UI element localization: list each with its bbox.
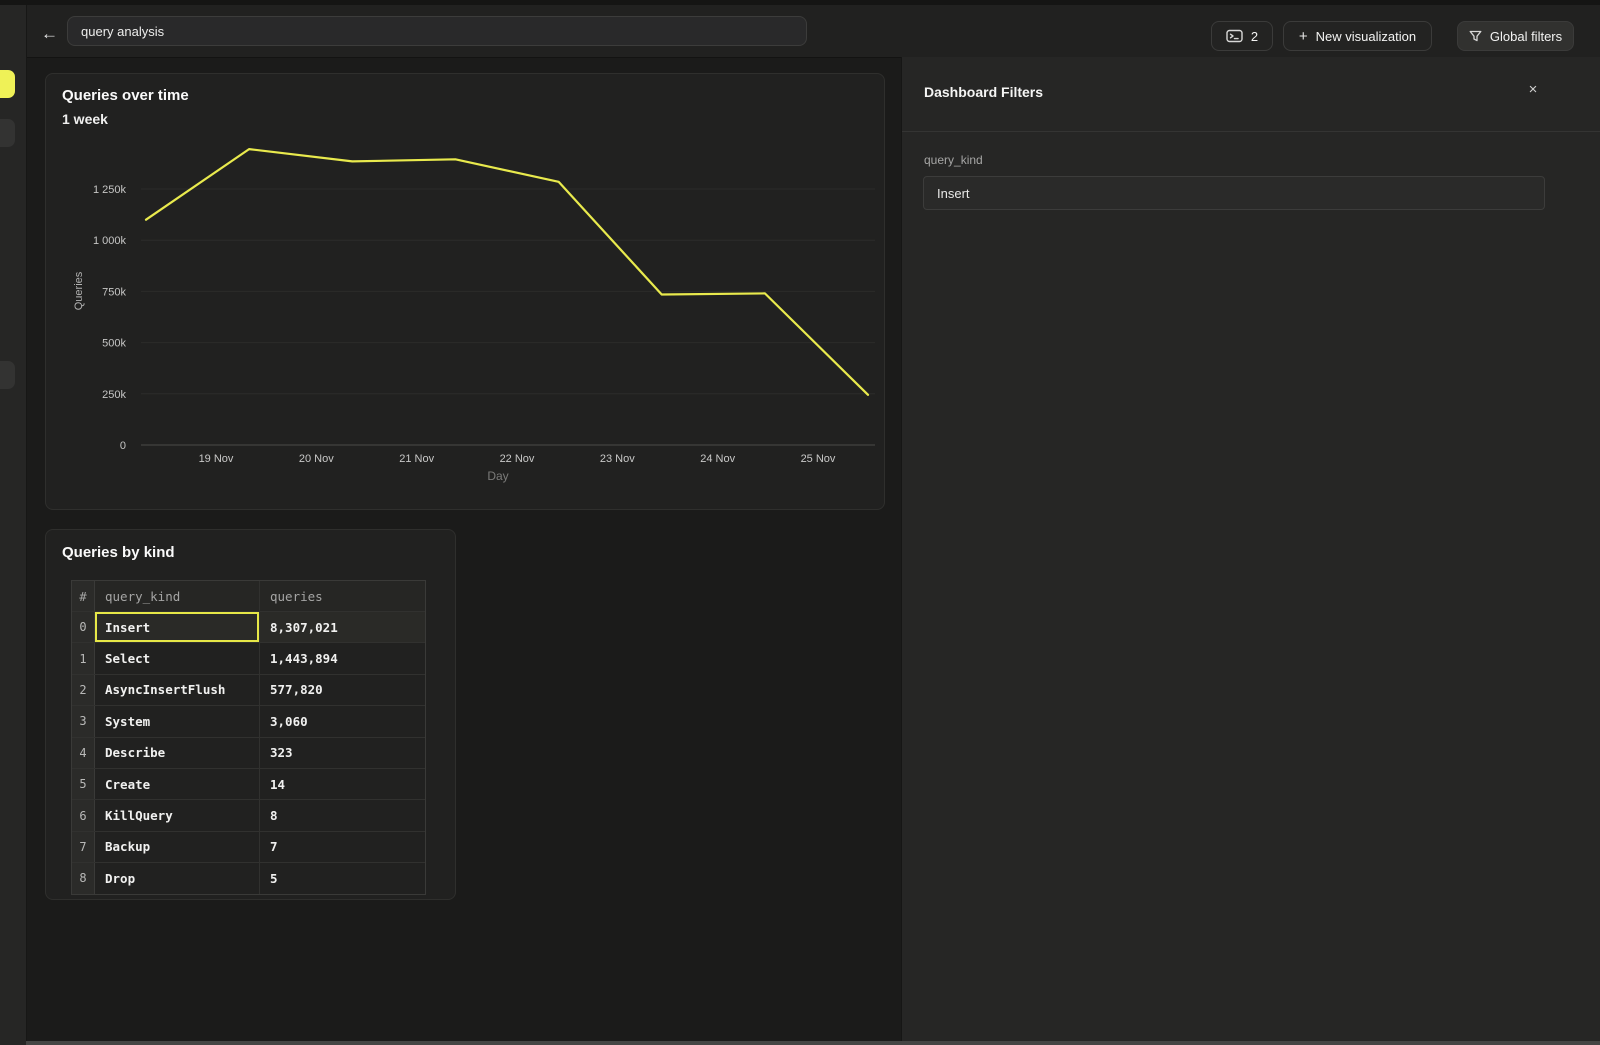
row-index-cell: 5 bbox=[72, 769, 95, 799]
close-icon[interactable]: × bbox=[1525, 82, 1541, 98]
table-title: Queries by kind bbox=[62, 544, 175, 561]
svg-text:500k: 500k bbox=[102, 338, 126, 350]
dashboard-filters-panel: Dashboard Filters × query_kind bbox=[901, 57, 1600, 1045]
table-row: 3System3,060 bbox=[72, 705, 425, 736]
table-row: 1Select1,443,894 bbox=[72, 642, 425, 673]
query-kind-cell[interactable]: Select bbox=[95, 643, 260, 673]
tab-count-button[interactable]: 2 bbox=[1211, 21, 1273, 51]
queries-value-cell[interactable]: 8,307,021 bbox=[260, 612, 425, 642]
query-kind-cell[interactable]: KillQuery bbox=[95, 800, 260, 830]
left-sidebar bbox=[0, 5, 27, 1045]
queries-table: # query_kind queries 0Insert8,307,0211Se… bbox=[71, 580, 426, 895]
query-kind-cell[interactable]: System bbox=[95, 706, 260, 736]
tab-count-label: 2 bbox=[1251, 29, 1258, 44]
horizontal-scrollbar[interactable] bbox=[26, 1041, 1600, 1045]
queries-value-cell[interactable]: 8 bbox=[260, 800, 425, 830]
row-index-cell: 6 bbox=[72, 800, 95, 830]
table-row: 0Insert8,307,021 bbox=[72, 611, 425, 642]
queries-value-cell[interactable]: 7 bbox=[260, 832, 425, 862]
table-row: 6KillQuery8 bbox=[72, 799, 425, 830]
row-index-cell: 3 bbox=[72, 706, 95, 736]
filters-panel-title: Dashboard Filters bbox=[924, 84, 1043, 100]
query-kind-cell[interactable]: Create bbox=[95, 769, 260, 799]
panel-divider bbox=[902, 131, 1600, 132]
queries-table-body: 0Insert8,307,0211Select1,443,8942AsyncIn… bbox=[72, 611, 425, 894]
queries-value-cell[interactable]: 3,060 bbox=[260, 706, 425, 736]
table-header-row: # query_kind queries bbox=[72, 581, 425, 611]
row-index-cell: 4 bbox=[72, 738, 95, 768]
queries-by-kind-card: Queries by kind # query_kind queries 0In… bbox=[45, 529, 456, 900]
console-window-icon bbox=[1226, 29, 1243, 43]
svg-text:23 Nov: 23 Nov bbox=[600, 453, 635, 465]
table-row: 5Create14 bbox=[72, 768, 425, 799]
header-index: # bbox=[72, 581, 95, 611]
plus-icon: + bbox=[1299, 29, 1308, 44]
query-kind-filter-input[interactable] bbox=[923, 176, 1545, 210]
new-visualization-button[interactable]: + New visualization bbox=[1283, 21, 1432, 51]
svg-text:25 Nov: 25 Nov bbox=[801, 453, 836, 465]
sidebar-item[interactable] bbox=[0, 361, 15, 389]
svg-text:21 Nov: 21 Nov bbox=[399, 453, 434, 465]
svg-text:1 000k: 1 000k bbox=[93, 235, 127, 247]
filter-label: query_kind bbox=[924, 153, 983, 167]
sidebar-item-active[interactable] bbox=[0, 70, 15, 98]
svg-text:22 Nov: 22 Nov bbox=[500, 453, 535, 465]
query-kind-cell[interactable]: Backup bbox=[95, 832, 260, 862]
row-index-cell: 8 bbox=[72, 863, 95, 893]
table-row: 2AsyncInsertFlush577,820 bbox=[72, 674, 425, 705]
queries-over-time-card: Queries over time 1 week 0250k500k750k1 … bbox=[45, 73, 885, 510]
table-row: 7Backup7 bbox=[72, 831, 425, 862]
header-query-kind: query_kind bbox=[95, 581, 260, 611]
svg-text:1 250k: 1 250k bbox=[93, 184, 127, 196]
table-row: 8Drop5 bbox=[72, 862, 425, 893]
row-index-cell: 1 bbox=[72, 643, 95, 673]
header-queries: queries bbox=[260, 581, 425, 611]
svg-text:20 Nov: 20 Nov bbox=[299, 453, 334, 465]
dashboard-title-input[interactable] bbox=[67, 16, 807, 46]
queries-value-cell[interactable]: 5 bbox=[260, 863, 425, 893]
queries-value-cell[interactable]: 1,443,894 bbox=[260, 643, 425, 673]
svg-text:19 Nov: 19 Nov bbox=[199, 453, 234, 465]
back-button[interactable]: ← bbox=[41, 24, 58, 44]
row-index-cell: 2 bbox=[72, 675, 95, 705]
svg-text:750k: 750k bbox=[102, 286, 126, 298]
row-index-cell: 7 bbox=[72, 832, 95, 862]
row-index-cell: 0 bbox=[72, 612, 95, 642]
queries-value-cell[interactable]: 14 bbox=[260, 769, 425, 799]
funnel-icon bbox=[1469, 30, 1482, 43]
queries-chart-svg: 0 250k 500k 750k 1 000k 1 250k 19 Nov 20 Nov 21 … bbox=[46, 74, 884, 509]
table-row: 4Describe323 bbox=[72, 737, 425, 768]
global-filters-label: Global filters bbox=[1490, 29, 1562, 44]
query-kind-cell[interactable]: Describe bbox=[95, 738, 260, 768]
queries-value-cell[interactable]: 323 bbox=[260, 738, 425, 768]
svg-text:24 Nov: 24 Nov bbox=[700, 453, 735, 465]
svg-text:Day: Day bbox=[487, 469, 508, 483]
svg-text:Queries: Queries bbox=[73, 271, 85, 310]
topbar: ⟳ ← 2 + New visualization Global filters bbox=[0, 5, 1600, 58]
svg-text:0: 0 bbox=[120, 440, 126, 452]
svg-text:250k: 250k bbox=[102, 389, 126, 401]
query-kind-cell[interactable]: Drop bbox=[95, 863, 260, 893]
query-kind-cell[interactable]: Insert bbox=[95, 612, 260, 642]
sidebar-item[interactable] bbox=[0, 119, 15, 147]
global-filters-button[interactable]: Global filters bbox=[1457, 21, 1574, 51]
new-visualization-label: New visualization bbox=[1316, 29, 1416, 44]
query-kind-cell[interactable]: AsyncInsertFlush bbox=[95, 675, 260, 705]
queries-value-cell[interactable]: 577,820 bbox=[260, 675, 425, 705]
